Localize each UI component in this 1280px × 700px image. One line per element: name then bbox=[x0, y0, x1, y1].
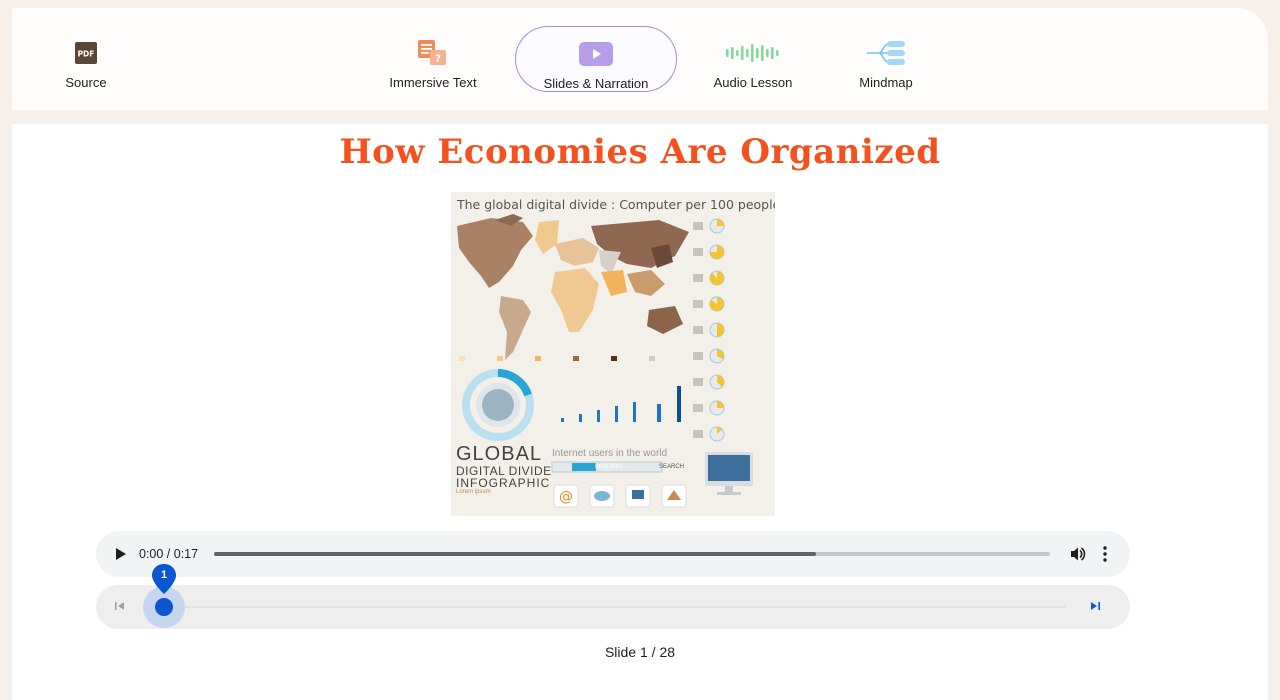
nav-tab-audio-lesson[interactable]: Audio Lesson bbox=[708, 26, 798, 92]
infographic-internet-users: Internet users in the world bbox=[552, 448, 668, 459]
slide-marker-number: 1 bbox=[160, 569, 168, 581]
audio-progress-fill bbox=[214, 552, 816, 556]
infographic-search: SEARCH bbox=[659, 464, 685, 470]
slide-counter: Slide 1 / 28 bbox=[604, 644, 676, 660]
more-options-button[interactable] bbox=[1102, 544, 1108, 564]
more-vert-icon bbox=[1103, 546, 1107, 562]
nav-tab-slides-narration[interactable]: Slides & Narration bbox=[515, 26, 677, 92]
slide-infographic-image: The global digital divide : Computer per… bbox=[451, 192, 775, 516]
nav-tab-immersive-text[interactable]: ? Immersive Text bbox=[382, 26, 484, 92]
infographic-loading: LOADING... bbox=[595, 464, 628, 470]
skip-next-icon bbox=[1091, 602, 1100, 610]
play-icon bbox=[116, 548, 126, 560]
audio-player: 0:00 / 0:17 bbox=[96, 531, 1130, 577]
skip-previous-icon bbox=[115, 602, 124, 610]
infographic-word: INFOGRAPHIC bbox=[456, 476, 551, 490]
mindmap-icon bbox=[865, 38, 907, 68]
nav-tab-label: Mindmap bbox=[859, 75, 913, 90]
nav-tab-source[interactable]: PDF Source bbox=[46, 26, 126, 92]
nav-tab-label: Immersive Text bbox=[389, 75, 477, 90]
pdf-icon: PDF bbox=[75, 38, 97, 68]
top-nav-bar: PDF Source ? Immersive Text Slides & Nar… bbox=[12, 8, 1268, 110]
nav-tab-mindmap[interactable]: Mindmap bbox=[848, 26, 924, 92]
previous-slide-button[interactable] bbox=[113, 599, 127, 613]
play-icon bbox=[579, 39, 613, 69]
slide-title: How Economies Are Organized bbox=[339, 132, 941, 172]
audio-time: 0:00 / 0:17 bbox=[139, 547, 199, 561]
nav-tab-label: Audio Lesson bbox=[713, 75, 793, 90]
volume-button[interactable] bbox=[1069, 545, 1087, 563]
slide-track[interactable] bbox=[158, 606, 1066, 608]
svg-text:PDF: PDF bbox=[78, 50, 95, 59]
infographic-lorem: Lorem ipsum bbox=[456, 489, 491, 495]
svg-text:?: ? bbox=[435, 54, 441, 65]
next-slide-button[interactable] bbox=[1088, 599, 1102, 613]
slide-navigator bbox=[96, 585, 1130, 629]
play-button[interactable] bbox=[113, 545, 129, 563]
infographic-global: GLOBAL bbox=[456, 443, 543, 465]
audio-progress-track[interactable] bbox=[214, 552, 1050, 556]
svg-text:@: @ bbox=[559, 489, 573, 505]
waveform-icon bbox=[726, 38, 780, 68]
slide-thumb[interactable] bbox=[155, 598, 173, 616]
nav-tab-label: Slides & Narration bbox=[543, 76, 649, 91]
volume-icon bbox=[1071, 547, 1086, 561]
nav-tab-label: Source bbox=[65, 75, 107, 90]
immersive-text-icon: ? bbox=[418, 38, 448, 68]
